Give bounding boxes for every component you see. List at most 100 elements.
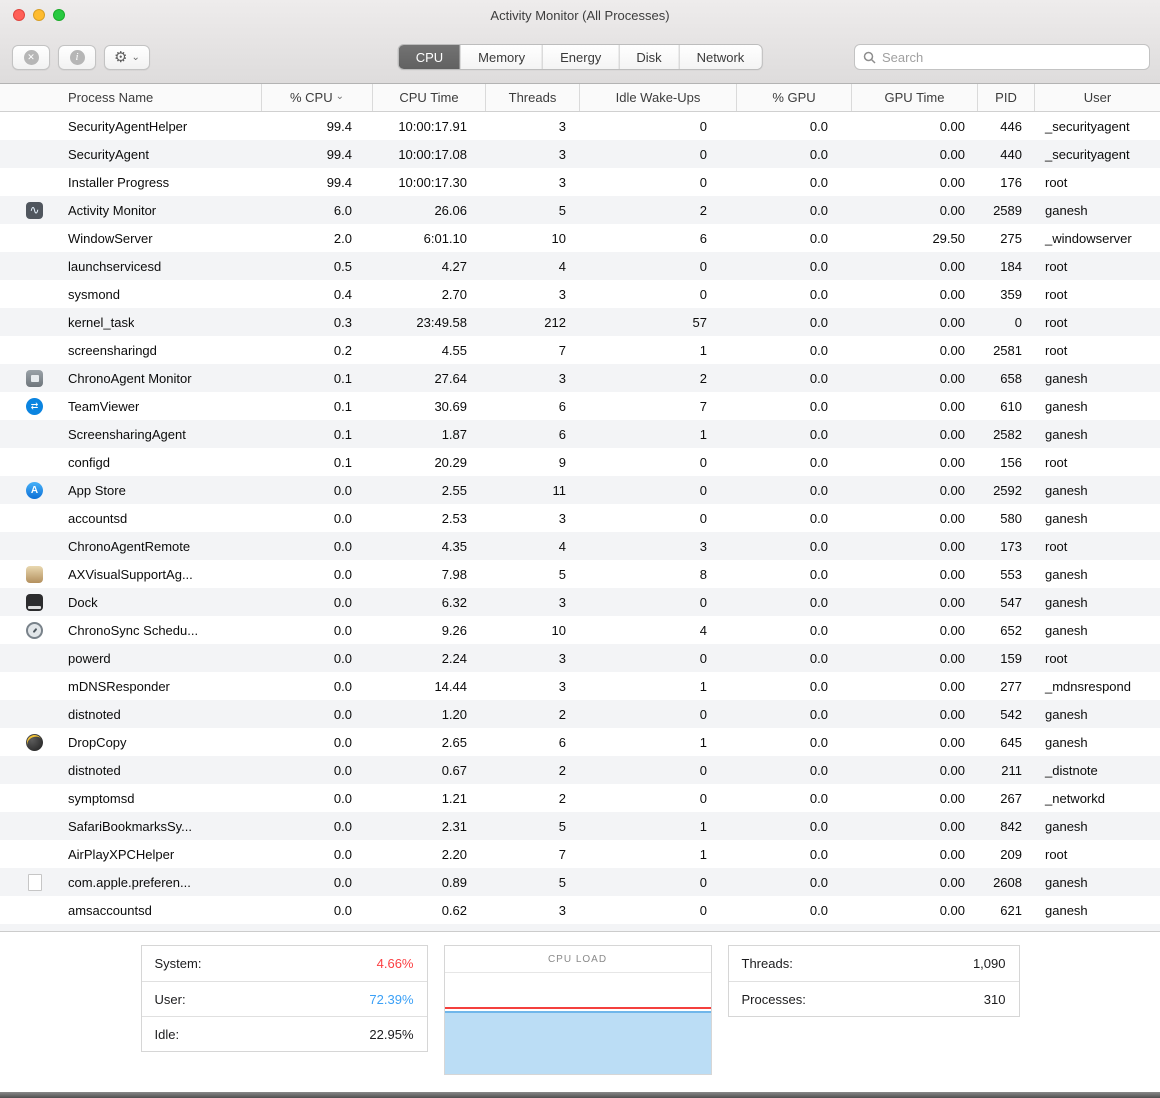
cell-cpu: 0.0: [333, 790, 352, 806]
table-row[interactable]: screensharingd 0.2 4.55 7 1 0.0 0.00 2581 root: [0, 336, 1160, 364]
cell-pid: 159: [1000, 650, 1022, 666]
tab-disk[interactable]: Disk: [619, 45, 680, 69]
cell-cpu: 0.4: [333, 286, 352, 302]
activity-monitor-icon: [26, 201, 43, 219]
column-header-cpu[interactable]: % CPU ⌄: [262, 84, 373, 111]
cell-pid: 2582: [993, 426, 1022, 442]
cell-cpu_time: 10:00:17.30: [398, 174, 467, 190]
tab-network[interactable]: Network: [679, 45, 762, 69]
table-row[interactable]: configd 0.1 20.29 9 0 0.0 0.00 156 root: [0, 448, 1160, 476]
cell-pid: 267: [1000, 790, 1022, 806]
table-row[interactable]: DropCopy 0.0 2.65 6 1 0.0 0.00 645 ganesh: [0, 728, 1160, 756]
cell-threads: 5: [558, 874, 566, 890]
table-row[interactable]: SecurityAgent 99.4 10:00:17.08 3 0 0.0 0.00 440…: [0, 140, 1160, 168]
cell-idle_wakeups: 7: [699, 398, 707, 414]
table-row[interactable]: distnoted 0.0 0.67 2 0 0.0 0.00 211 _distnote: [0, 756, 1160, 784]
cell-pid: 277: [1000, 678, 1022, 694]
cell-gpu: 0.0: [809, 230, 828, 246]
tab-memory[interactable]: Memory: [461, 45, 544, 69]
cell-user: _securityagent: [1045, 118, 1130, 134]
column-header-pid[interactable]: PID: [978, 84, 1035, 111]
cell-pid: 652: [1000, 622, 1022, 638]
zoom-window-button[interactable]: [53, 9, 65, 21]
table-row[interactable]: symptomsd 0.0 1.21 2 0 0.0 0.00 267 _networkd: [0, 784, 1160, 812]
cell-user: root: [1045, 342, 1068, 358]
column-header-gpu[interactable]: % GPU: [737, 84, 852, 111]
table-row[interactable]: SafariBookmarksSy... 0.0 2.31 5 1 0.0 0.00 842 g…: [0, 812, 1160, 840]
window-bottom-edge: [0, 1092, 1160, 1098]
table-row[interactable]: amsaccountsd 0.0 0.62 3 0 0.0 0.00 621 ganesh: [0, 896, 1160, 924]
table-row[interactable]: ScreensharingAgent 0.1 1.87 6 1 0.0 0.00 2582 ga…: [0, 420, 1160, 448]
table-row[interactable]: launchservicesd 0.5 4.27 4 0 0.0 0.00 184 root: [0, 252, 1160, 280]
cell-idle_wakeups: 57: [692, 314, 707, 330]
column-header-process-name[interactable]: Process Name: [0, 84, 262, 111]
table-row[interactable]: SecurityAgentHelper 99.4 10:00:17.91 3 0 0.0 0…: [0, 112, 1160, 140]
table-row[interactable]: mDNSResponder 0.0 14.44 3 1 0.0 0.00 277 _mdnsre…: [0, 672, 1160, 700]
table-row[interactable]: AirPlayXPCHelper 0.0 2.20 7 1 0.0 0.00 209 root: [0, 840, 1160, 868]
cell-user: ganesh: [1045, 398, 1088, 414]
column-label: Threads: [508, 90, 557, 105]
table-row[interactable]: Installer Progress 99.4 10:00:17.30 3 0 0.0 0.…: [0, 168, 1160, 196]
table-row[interactable]: Activity Monitor 6.0 26.06 5 2 0.0 0.00 2589 gan…: [0, 196, 1160, 224]
titlebar[interactable]: Activity Monitor (All Processes): [0, 0, 1160, 30]
system-value: 4.66%: [376, 956, 414, 971]
table-row[interactable]: kernel_task 0.3 23:49.58 212 57 0.0 0.00 0 root: [0, 308, 1160, 336]
cell-threads: 10: [551, 230, 566, 246]
table-row[interactable]: Dock 0.0 6.32 3 0 0.0 0.00 547 ganesh: [0, 588, 1160, 616]
table-row[interactable]: ChronoAgent Monitor 0.1 27.64 3 2 0.0 0.00 658 g…: [0, 364, 1160, 392]
cell-user: ganesh: [1045, 734, 1088, 750]
cell-cpu_time: 4.35: [441, 538, 467, 554]
user-label: User:: [154, 991, 186, 1007]
close-window-button[interactable]: [13, 9, 25, 21]
column-header-threads[interactable]: Threads: [486, 84, 580, 111]
process-name: Activity Monitor: [68, 202, 157, 218]
table-row[interactable]: accountsd 0.0 2.53 3 0 0.0 0.00 580 ganesh: [0, 504, 1160, 532]
search-input[interactable]: [882, 49, 1141, 65]
process-count-stats: Threads: 1,090 Processes: 310: [727, 945, 1020, 1017]
tab-energy[interactable]: Energy: [543, 45, 620, 69]
ax-visual-icon: [26, 565, 43, 583]
minimize-window-button[interactable]: [33, 9, 45, 21]
column-header-cpu-time[interactable]: CPU Time: [373, 84, 486, 111]
table-row[interactable]: com.apple.preferen... 0.0 0.89 5 0 0.0 0.00 260…: [0, 868, 1160, 896]
cell-idle_wakeups: 6: [699, 230, 707, 246]
cell-threads: 6: [558, 734, 566, 750]
column-header-gpu-time[interactable]: GPU Time: [852, 84, 978, 111]
cell-gpu: 0.0: [809, 846, 828, 862]
table-row[interactable]: ChronoAgentRemote 0.0 4.35 4 3 0.0 0.00 173 root: [0, 532, 1160, 560]
table-row[interactable]: distnoted 0.0 1.20 2 0 0.0 0.00 542 ganesh: [0, 700, 1160, 728]
cell-threads: 5: [558, 566, 566, 582]
cell-cpu: 0.0: [333, 538, 352, 554]
column-header-idle-wakeups[interactable]: Idle Wake-Ups: [580, 84, 737, 111]
inspect-process-button[interactable]: i: [58, 44, 96, 70]
chronosync-icon: [26, 621, 43, 639]
table-row[interactable]: TeamViewer 0.1 30.69 6 7 0.0 0.00 610 ganesh: [0, 392, 1160, 420]
cell-gpu: 0.0: [809, 174, 828, 190]
options-button[interactable]: ⚙ ⌄: [104, 44, 150, 70]
search-field[interactable]: [854, 44, 1150, 70]
process-name-cell: AirPlayXPCHelper: [0, 840, 262, 868]
cell-gpu: 0.0: [809, 398, 828, 414]
table-row[interactable]: [0, 924, 1160, 931]
tab-cpu[interactable]: CPU: [398, 45, 462, 69]
table-row[interactable]: sysmond 0.4 2.70 3 0 0.0 0.00 359 root: [0, 280, 1160, 308]
cell-cpu_time: 10:00:17.08: [398, 146, 467, 162]
process-table-body[interactable]: SecurityAgentHelper 99.4 10:00:17.91 3 0 0.0 0…: [0, 112, 1160, 931]
table-row[interactable]: WindowServer 2.0 6:01.10 10 6 0.0 29.50 275 _win…: [0, 224, 1160, 252]
quit-process-button[interactable]: ✕: [12, 44, 50, 70]
column-header-user[interactable]: User: [1035, 84, 1160, 111]
cell-cpu: 0.0: [333, 594, 352, 610]
cell-idle_wakeups: 0: [699, 482, 707, 498]
cell-cpu_time: 27.64: [434, 370, 467, 386]
cell-cpu: 0.0: [333, 706, 352, 722]
cell-threads: 3: [558, 286, 566, 302]
table-row[interactable]: AXVisualSupportAg... 0.0 7.98 5 8 0.0 0.00 553 g…: [0, 560, 1160, 588]
table-row[interactable]: App Store 0.0 2.55 11 0 0.0 0.00 2592 ganesh: [0, 476, 1160, 504]
table-row[interactable]: powerd 0.0 2.24 3 0 0.0 0.00 159 root: [0, 644, 1160, 672]
table-row[interactable]: ChronoSync Schedu... 0.0 9.26 10 4 0.0 0.00 652…: [0, 616, 1160, 644]
threads-label: Threads:: [741, 956, 793, 971]
process-name: DropCopy: [68, 734, 127, 750]
cell-idle_wakeups: 1: [699, 846, 707, 862]
cell-idle_wakeups: 1: [699, 734, 707, 750]
cell-gpu_time: 0.00: [939, 566, 965, 582]
